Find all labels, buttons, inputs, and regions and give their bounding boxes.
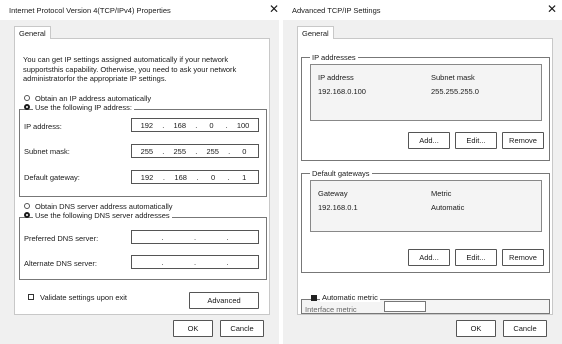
ok-button[interactable]: OK [456, 320, 496, 337]
gateway-column-header: Gateway [318, 189, 348, 198]
ip-edit-button[interactable]: Edit... [455, 132, 497, 149]
ok-button[interactable]: OK [173, 320, 213, 337]
default-gateway-label: Default gateway: [24, 173, 80, 182]
tab-general[interactable]: General [297, 26, 334, 39]
close-icon[interactable]: ✕ [546, 2, 558, 16]
interface-metric-label: Interface metric [305, 305, 357, 314]
radio-manual-dns-label: Use the following DNS server addresses [33, 211, 172, 220]
auto-metric-label: Automatic metric [320, 293, 380, 302]
validate-checkbox[interactable] [28, 294, 34, 300]
ip-row-address[interactable]: 192.168.0.100 [318, 87, 366, 96]
ip-row-mask[interactable]: 255.255.255.0 [431, 87, 479, 96]
gateway-remove-button[interactable]: Remove [502, 249, 544, 266]
general-panel: You can get IP settings assigned automat… [14, 38, 270, 315]
radio-auto-ip-label: Obtain an IP address automatically [35, 94, 152, 103]
ip-remove-button[interactable]: Remove [502, 132, 544, 149]
gateways-group-label: Default gateways [310, 169, 372, 178]
gateway-edit-button[interactable]: Edit... [455, 249, 497, 266]
ip-address-label: IP address: [24, 122, 62, 131]
radio-manual-ip-label: Use the following IP address: [33, 103, 134, 112]
close-icon[interactable]: ✕ [268, 2, 280, 16]
gateway-row-address[interactable]: 192.168.0.1 [318, 203, 358, 212]
preferred-dns-field[interactable]: ... [131, 230, 259, 244]
validate-label: Validate settings upon exit [40, 293, 128, 302]
radio-manual-dns[interactable] [24, 212, 30, 218]
title-bar: Internet Protocol Version 4(TCP/IPv4) Pr… [0, 0, 279, 20]
radio-auto-dns[interactable] [24, 203, 30, 209]
subnet-mask-label: Subnet mask: [24, 147, 70, 156]
gateway-add-button[interactable]: Add... [408, 249, 450, 266]
radio-manual-ip[interactable] [24, 104, 30, 110]
interface-metric-field[interactable] [384, 301, 426, 312]
gateway-row-metric[interactable]: Automatic [431, 203, 464, 212]
alternate-dns-field[interactable]: ... [131, 255, 259, 269]
ip-column-header: IP address [318, 73, 354, 82]
general-panel: IP addresses IP address Subnet mask 192.… [297, 38, 553, 315]
ip-add-button[interactable]: Add... [408, 132, 450, 149]
preferred-dns-label: Preferred DNS server: [24, 234, 99, 243]
tab-general[interactable]: General [14, 26, 51, 39]
dns-group [19, 217, 267, 280]
title-bar: Advanced TCP/IP Settings ✕ [283, 0, 562, 20]
auto-metric-checkbox[interactable] [311, 295, 317, 301]
ipv4-properties-dialog: Internet Protocol Version 4(TCP/IPv4) Pr… [0, 0, 279, 344]
cancel-button[interactable]: Cancle [503, 320, 547, 337]
subnet-mask-field[interactable]: 255. 255. 255. 0 [131, 144, 259, 158]
alternate-dns-label: Alternate DNS server: [24, 259, 97, 268]
dialog-title: Internet Protocol Version 4(TCP/IPv4) Pr… [9, 6, 171, 15]
advanced-button[interactable]: Advanced [189, 292, 259, 309]
metric-column-header: Metric [431, 189, 452, 198]
ip-addresses-group-label: IP addresses [310, 53, 358, 62]
mask-column-header: Subnet mask [431, 73, 475, 82]
dialog-title: Advanced TCP/IP Settings [292, 6, 381, 15]
default-gateway-field[interactable]: 192. 168. 0. 1 [131, 170, 259, 184]
cancel-button[interactable]: Cancle [220, 320, 264, 337]
advanced-tcpip-dialog: Advanced TCP/IP Settings ✕ General IP ad… [283, 0, 562, 344]
radio-auto-dns-label: Obtain DNS server address automatically [35, 202, 173, 211]
radio-auto-ip[interactable] [24, 95, 30, 101]
intro-text: You can get IP settings assigned automat… [23, 55, 237, 83]
ip-address-field[interactable]: 192. 168. 0. 100 [131, 118, 259, 132]
